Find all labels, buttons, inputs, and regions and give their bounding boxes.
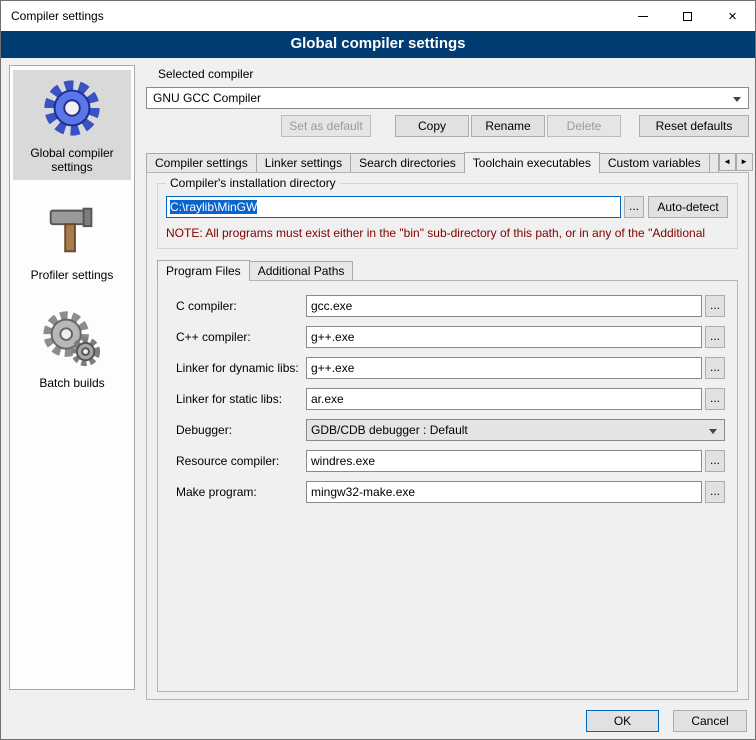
static-linker-input[interactable]: ar.exe (306, 388, 702, 410)
compiler-actions: Set as default Copy Rename Delete Reset … (146, 115, 749, 137)
copy-button[interactable]: Copy (395, 115, 469, 137)
settings-tabbar: Compiler settings Linker settings Search… (146, 151, 749, 172)
install-dir-selected-text: C:\raylib\MinGW (170, 200, 257, 214)
tab-search-directories[interactable]: Search directories (350, 153, 465, 172)
chevron-down-icon (709, 429, 717, 434)
field-label: Debugger: (176, 423, 232, 437)
tab-linker-settings[interactable]: Linker settings (256, 153, 351, 172)
selected-compiler-label: Selected compiler (158, 67, 253, 81)
profiler-tool-icon (41, 199, 103, 261)
field-label: Make program: (176, 485, 257, 499)
field-row-c-compiler: C compiler: gcc.exe ... (158, 295, 737, 317)
tab-custom-variables[interactable]: Custom variables (599, 153, 710, 172)
window-controls: × (620, 1, 755, 31)
tab-scroll-controls: ◄ ► (719, 153, 753, 171)
c-compiler-input[interactable]: gcc.exe (306, 295, 702, 317)
install-dir-browse-button[interactable]: ... (624, 196, 644, 218)
field-row-resource-compiler: Resource compiler: windres.exe ... (158, 450, 737, 472)
make-program-browse-button[interactable]: ... (705, 481, 725, 503)
field-row-make-program: Make program: mingw32-make.exe ... (158, 481, 737, 503)
close-button[interactable]: × (710, 1, 755, 31)
cpp-compiler-input[interactable]: g++.exe (306, 326, 702, 348)
tab-toolchain-executables[interactable]: Toolchain executables (464, 152, 600, 173)
install-dir-input[interactable]: C:\raylib\MinGW (166, 196, 621, 218)
sidebar-item-label: Profiler settings (15, 268, 129, 282)
field-row-cpp-compiler: C++ compiler: g++.exe ... (158, 326, 737, 348)
gear-blue-icon (41, 77, 103, 139)
sidebar-item-batch-builds[interactable]: Batch builds (13, 300, 131, 396)
subtab-program-files[interactable]: Program Files (157, 260, 250, 281)
compiler-select-value: GNU GCC Compiler (153, 91, 261, 105)
cancel-button[interactable]: Cancel (673, 710, 747, 732)
program-files-subtabbar: Program Files Additional Paths (157, 259, 352, 280)
resource-compiler-browse-button[interactable]: ... (705, 450, 725, 472)
window-title: Compiler settings (1, 9, 104, 23)
compiler-settings-dialog: Compiler settings × Global compiler sett… (0, 0, 756, 740)
field-label: Linker for dynamic libs: (176, 361, 299, 375)
sidebar-item-profiler-settings[interactable]: Profiler settings (13, 192, 131, 288)
installation-directory-row: C:\raylib\MinGW ... Auto-detect (166, 196, 731, 218)
dynamic-linker-input[interactable]: g++.exe (306, 357, 702, 379)
subtab-additional-paths[interactable]: Additional Paths (249, 261, 354, 280)
sidebar-item-label: Global compiler settings (15, 146, 129, 174)
reset-defaults-button[interactable]: Reset defaults (639, 115, 749, 137)
settings-sidebar: Global compiler settings Profiler settin… (9, 65, 135, 690)
ok-button[interactable]: OK (586, 710, 659, 732)
installation-directory-label: Compiler's installation directory (166, 176, 340, 190)
resource-compiler-input[interactable]: windres.exe (306, 450, 702, 472)
field-label: C++ compiler: (176, 330, 251, 344)
maximize-icon (683, 12, 692, 21)
minimize-icon (638, 16, 648, 17)
titlebar: Compiler settings × (1, 1, 755, 31)
set-as-default-button[interactable]: Set as default (281, 115, 371, 137)
toolchain-executables-panel: Compiler's installation directory C:\ray… (146, 172, 749, 700)
dynamic-linker-browse-button[interactable]: ... (705, 357, 725, 379)
sidebar-item-global-compiler-settings[interactable]: Global compiler settings (13, 70, 131, 180)
page-title: Global compiler settings (1, 31, 755, 58)
field-row-debugger: Debugger: GDB/CDB debugger : Default (158, 419, 737, 441)
rename-button[interactable]: Rename (471, 115, 545, 137)
chevron-down-icon (733, 97, 741, 102)
debugger-select-value: GDB/CDB debugger : Default (311, 423, 468, 437)
tab-scroll-left-icon[interactable]: ◄ (719, 153, 736, 171)
static-linker-browse-button[interactable]: ... (705, 388, 725, 410)
field-label: Resource compiler: (176, 454, 279, 468)
make-program-input[interactable]: mingw32-make.exe (306, 481, 702, 503)
close-icon: × (728, 9, 737, 24)
tab-compiler-settings[interactable]: Compiler settings (146, 153, 257, 172)
debugger-select[interactable]: GDB/CDB debugger : Default (306, 419, 725, 441)
installation-directory-groupbox: Compiler's installation directory C:\ray… (157, 183, 738, 249)
bin-subdirectory-note: NOTE: All programs must exist either in … (166, 226, 734, 240)
program-files-panel: C compiler: gcc.exe ... C++ compiler: g+… (157, 280, 738, 692)
field-label: C compiler: (176, 299, 237, 313)
delete-button[interactable]: Delete (547, 115, 621, 137)
sidebar-item-label: Batch builds (15, 376, 129, 390)
field-label: Linker for static libs: (176, 392, 282, 406)
compiler-select[interactable]: GNU GCC Compiler (146, 87, 749, 109)
gear-gray-icon (41, 307, 103, 369)
cpp-compiler-browse-button[interactable]: ... (705, 326, 725, 348)
tab-scroll-right-icon[interactable]: ► (736, 153, 753, 171)
field-row-dynamic-linker: Linker for dynamic libs: g++.exe ... (158, 357, 737, 379)
field-row-static-linker: Linker for static libs: ar.exe ... (158, 388, 737, 410)
c-compiler-browse-button[interactable]: ... (705, 295, 725, 317)
auto-detect-button[interactable]: Auto-detect (648, 196, 728, 218)
maximize-button[interactable] (665, 1, 710, 31)
tab-build-options[interactable]: Buil (709, 153, 719, 172)
minimize-button[interactable] (620, 1, 665, 31)
